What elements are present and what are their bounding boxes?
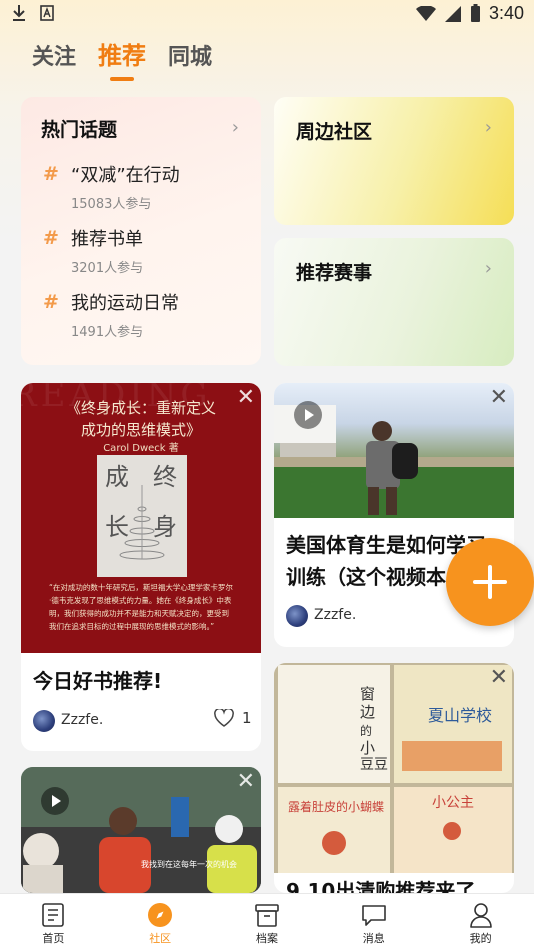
book-cover-title: 《终身成长：重新定义 成功的思维模式》 bbox=[21, 397, 261, 441]
video-thumbnail bbox=[274, 383, 514, 518]
like-count: 1 bbox=[242, 709, 252, 727]
avatar[interactable] bbox=[33, 710, 55, 732]
feed-tabs: 关注 推荐 同城 bbox=[32, 36, 212, 71]
nav-home-label: 首页 bbox=[42, 932, 65, 945]
nav-archive[interactable]: 档案 bbox=[214, 894, 321, 950]
feed-post-books-photo[interactable]: 窗 边 的 小 豆豆 夏山学校 露着肚皮的小蝴蝶 小公主 ✕ 9.10出清购推荐… bbox=[274, 663, 514, 893]
message-icon bbox=[361, 905, 386, 926]
nav-community[interactable]: 社区 bbox=[107, 894, 214, 950]
svg-text:的: 的 bbox=[360, 723, 372, 738]
text-a-icon bbox=[40, 5, 54, 21]
download-icon bbox=[13, 5, 25, 21]
svg-text:成: 成 bbox=[105, 463, 129, 491]
topic-participants: 3201人参与 bbox=[71, 261, 144, 276]
avatar[interactable] bbox=[286, 605, 308, 627]
signal-icon bbox=[444, 5, 461, 22]
home-doc-icon bbox=[42, 903, 65, 927]
archive-box-icon bbox=[255, 904, 279, 927]
post-title: 9.10出清购推荐来了 bbox=[286, 879, 476, 893]
topic-name: 推荐书单 bbox=[71, 229, 143, 250]
nav-profile[interactable]: 我的 bbox=[427, 894, 534, 950]
tab-recommended[interactable]: 推荐 bbox=[98, 36, 146, 71]
feed-post-running[interactable]: 我找到在这每年一次的机会 ✕ bbox=[21, 767, 261, 893]
topic-participants: 15083人参与 bbox=[71, 197, 152, 212]
clock: 3:40 bbox=[488, 3, 524, 23]
hot-topics-title: 热门话题 bbox=[41, 119, 118, 141]
play-icon[interactable] bbox=[294, 401, 322, 429]
nav-community-label: 社区 bbox=[149, 932, 172, 945]
book-cover-quote: “在对成功的数十年研究后，斯坦福大学心理学家卡罗尔·德韦克发现了思维模式的力量。… bbox=[49, 583, 233, 631]
nav-archive-label: 档案 bbox=[255, 932, 278, 945]
running-photo: 我找到在这每年一次的机会 bbox=[21, 767, 261, 893]
close-icon[interactable]: ✕ bbox=[490, 667, 508, 689]
close-icon[interactable]: ✕ bbox=[237, 387, 255, 409]
recommended-events-card[interactable]: 推荐赛事 › bbox=[274, 238, 514, 366]
author-name[interactable]: Zzzfe. bbox=[314, 607, 356, 623]
recommended-events-title: 推荐赛事 bbox=[296, 262, 373, 284]
svg-text:身: 身 bbox=[153, 513, 177, 541]
svg-text:边: 边 bbox=[360, 703, 375, 721]
nav-messages-label: 消息 bbox=[362, 932, 385, 945]
nav-home[interactable]: 首页 bbox=[0, 894, 107, 950]
book-cover-title-line2: 成功的思维模式》 bbox=[80, 421, 201, 439]
hash-icon: # bbox=[43, 227, 59, 249]
create-post-button[interactable] bbox=[446, 538, 534, 626]
svg-text:窗: 窗 bbox=[360, 685, 375, 703]
status-bar: 3:40 bbox=[0, 0, 534, 28]
book-cover-title-line1: 《终身成长：重新定义 bbox=[65, 399, 216, 417]
close-icon[interactable]: ✕ bbox=[237, 771, 255, 793]
topic-participants: 1491人参与 bbox=[71, 325, 144, 340]
compass-icon bbox=[148, 903, 173, 927]
heart-icon bbox=[214, 709, 234, 727]
tab-local[interactable]: 同城 bbox=[168, 39, 212, 71]
svg-text:豆豆: 豆豆 bbox=[360, 757, 388, 773]
nearby-community-title: 周边社区 bbox=[296, 121, 373, 143]
video-caption: 我找到在这每年一次的机会 bbox=[141, 860, 237, 869]
svg-text:露着肚皮的小蝴蝶: 露着肚皮的小蝴蝶 bbox=[288, 799, 384, 814]
author-name[interactable]: Zzzfe. bbox=[61, 712, 103, 728]
svg-text:终: 终 bbox=[153, 463, 177, 491]
book-cover-image: READING 《终身成长：重新定义 成功的思维模式》 Carol Dweck … bbox=[21, 383, 261, 653]
wifi-icon bbox=[415, 5, 436, 21]
svg-text:夏山学校: 夏山学校 bbox=[428, 706, 492, 725]
svg-text:长: 长 bbox=[105, 513, 129, 541]
bottom-nav: 首页 社区 档案 消息 我的 bbox=[0, 893, 534, 950]
hash-icon: # bbox=[43, 291, 59, 313]
post-title: 今日好书推荐! bbox=[33, 669, 163, 693]
feed-post-book[interactable]: READING 《终身成长：重新定义 成功的思维模式》 Carol Dweck … bbox=[21, 383, 261, 751]
svg-text:小公主: 小公主 bbox=[432, 795, 474, 811]
book-illustration: 成 终 长 身 bbox=[97, 455, 187, 577]
play-icon[interactable] bbox=[41, 787, 69, 815]
hash-icon: # bbox=[43, 163, 59, 185]
battery-icon bbox=[470, 4, 480, 22]
chevron-right-icon: › bbox=[484, 117, 492, 138]
nav-messages[interactable]: 消息 bbox=[320, 894, 427, 950]
nav-profile-label: 我的 bbox=[469, 932, 492, 945]
like-button[interactable]: 1 bbox=[214, 709, 252, 727]
topic-name: “双减”在行动 bbox=[71, 165, 180, 186]
profile-icon bbox=[469, 903, 492, 928]
books-photo: 窗 边 的 小 豆豆 夏山学校 露着肚皮的小蝴蝶 小公主 bbox=[274, 663, 514, 873]
topic-name: 我的运动日常 bbox=[71, 293, 179, 314]
chevron-right-icon: › bbox=[231, 117, 239, 138]
svg-text:小: 小 bbox=[360, 739, 375, 757]
close-icon[interactable]: ✕ bbox=[490, 387, 508, 409]
hot-topics-card[interactable]: 热门话题 › # “双减”在行动 15083人参与 # 推荐书单 3201人参与… bbox=[21, 97, 261, 365]
chevron-right-icon: › bbox=[484, 258, 492, 279]
nearby-community-card[interactable]: 周边社区 › bbox=[274, 97, 514, 225]
tab-following[interactable]: 关注 bbox=[32, 39, 76, 71]
book-cover-author: Carol Dweck 著 bbox=[103, 443, 179, 454]
